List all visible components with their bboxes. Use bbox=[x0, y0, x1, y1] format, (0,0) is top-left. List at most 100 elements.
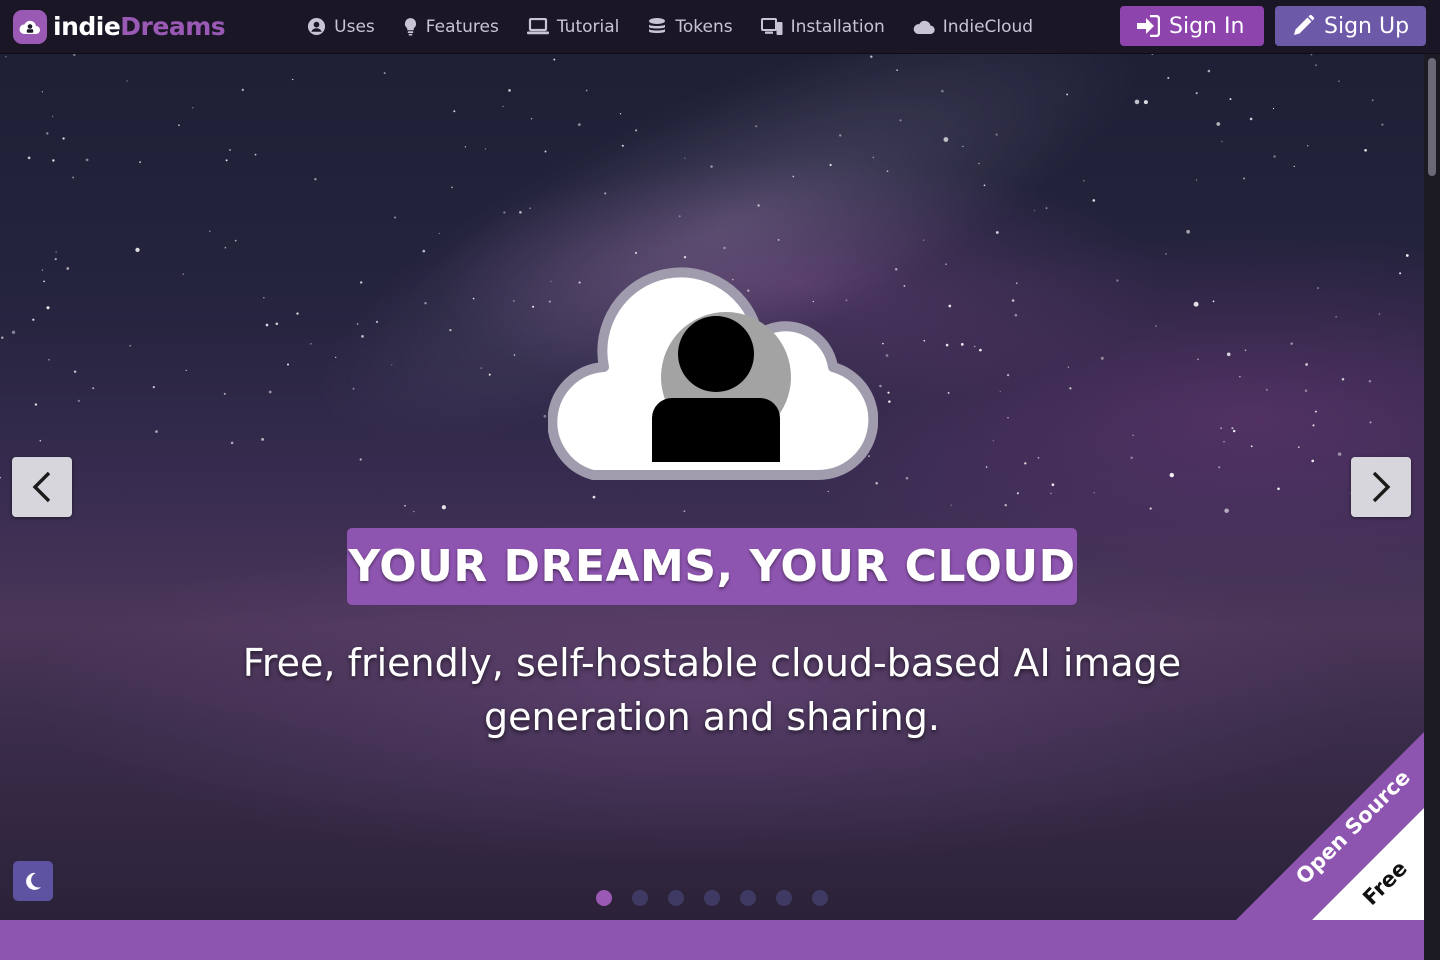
star bbox=[11, 330, 16, 334]
star bbox=[1092, 199, 1096, 202]
star bbox=[885, 354, 889, 357]
star bbox=[973, 345, 976, 348]
star bbox=[1093, 491, 1095, 494]
carousel-next-button[interactable] bbox=[1351, 457, 1411, 517]
carousel-dot-2[interactable] bbox=[632, 890, 648, 906]
nav-item-features[interactable]: Features bbox=[403, 17, 499, 37]
star bbox=[1007, 417, 1009, 419]
star bbox=[1149, 507, 1152, 510]
carousel-dot-3[interactable] bbox=[668, 890, 684, 906]
star bbox=[1317, 287, 1319, 289]
star bbox=[1143, 100, 1148, 105]
star bbox=[394, 216, 397, 219]
page-scrollbar[interactable] bbox=[1424, 54, 1440, 960]
star bbox=[1306, 145, 1309, 147]
star bbox=[1221, 140, 1223, 143]
laptop-icon bbox=[526, 18, 549, 35]
scrollbar-thumb[interactable] bbox=[1428, 58, 1436, 176]
star bbox=[519, 210, 522, 214]
star bbox=[129, 344, 132, 347]
star bbox=[1314, 410, 1317, 413]
star bbox=[922, 239, 925, 241]
star bbox=[375, 320, 379, 324]
starfield-background bbox=[0, 54, 1409, 513]
star bbox=[1066, 93, 1069, 96]
star bbox=[46, 132, 49, 135]
star bbox=[422, 249, 426, 253]
star bbox=[224, 246, 227, 249]
star bbox=[314, 177, 317, 181]
star bbox=[268, 390, 272, 394]
star bbox=[383, 72, 386, 75]
star bbox=[52, 159, 55, 162]
nav-item-installation[interactable]: Installation bbox=[760, 17, 885, 37]
nav-item-indiecloud[interactable]: IndieCloud bbox=[913, 17, 1033, 37]
star bbox=[1197, 358, 1199, 361]
moon-icon bbox=[26, 872, 41, 890]
star bbox=[882, 342, 884, 345]
brand-logo-link[interactable]: indieDreams bbox=[13, 9, 226, 44]
star bbox=[254, 153, 257, 156]
star bbox=[1, 336, 4, 339]
star bbox=[139, 161, 141, 163]
dark-mode-toggle[interactable] bbox=[13, 861, 53, 901]
star bbox=[1312, 424, 1315, 427]
star bbox=[999, 390, 1001, 393]
star bbox=[503, 211, 506, 214]
carousel-dot-6[interactable] bbox=[776, 890, 792, 906]
carousel-dot-1[interactable] bbox=[596, 890, 612, 906]
star bbox=[309, 342, 312, 345]
star bbox=[464, 146, 467, 148]
star bbox=[1229, 98, 1232, 101]
star bbox=[488, 373, 491, 376]
carousel-dot-4[interactable] bbox=[704, 890, 720, 906]
star bbox=[945, 263, 947, 266]
star bbox=[879, 384, 882, 388]
nav-item-tokens-label: Tokens bbox=[675, 16, 733, 37]
carousel-prev-button[interactable] bbox=[12, 457, 72, 517]
star bbox=[634, 251, 638, 254]
star bbox=[453, 110, 456, 113]
star bbox=[352, 387, 355, 390]
star bbox=[1186, 229, 1190, 234]
star bbox=[1378, 313, 1381, 315]
nav-item-uses[interactable]: Uses bbox=[307, 17, 375, 37]
star bbox=[152, 385, 155, 389]
star bbox=[1220, 427, 1223, 430]
star bbox=[886, 170, 889, 173]
star bbox=[1249, 117, 1253, 121]
star bbox=[1272, 107, 1275, 110]
star bbox=[1037, 456, 1040, 459]
nav-item-tutorial[interactable]: Tutorial bbox=[526, 17, 619, 37]
star bbox=[1216, 122, 1221, 126]
star bbox=[544, 150, 547, 153]
star bbox=[73, 370, 77, 373]
star bbox=[899, 119, 902, 122]
hero-carousel: YOUR DREAMS, YOUR CLOUD Free, friendly, … bbox=[0, 54, 1424, 920]
star bbox=[1130, 456, 1133, 459]
star bbox=[1338, 80, 1340, 82]
star bbox=[62, 137, 65, 140]
star bbox=[1116, 279, 1119, 282]
star bbox=[621, 144, 624, 147]
nav-item-tokens[interactable]: Tokens bbox=[647, 16, 733, 37]
star bbox=[1335, 315, 1337, 318]
star bbox=[1231, 427, 1234, 430]
carousel-dot-7[interactable] bbox=[812, 890, 828, 906]
nav-item-indiecloud-label: IndieCloud bbox=[942, 16, 1034, 37]
star bbox=[177, 124, 180, 127]
star bbox=[1132, 434, 1134, 437]
star bbox=[263, 297, 265, 299]
sign-in-button[interactable]: Sign In bbox=[1120, 6, 1264, 46]
brand-name-indie: indie bbox=[53, 12, 121, 41]
sign-up-button[interactable]: Sign Up bbox=[1275, 6, 1426, 46]
star bbox=[361, 335, 364, 338]
indiedreams-cloud-logo-icon bbox=[548, 267, 878, 481]
carousel-dot-5[interactable] bbox=[740, 890, 756, 906]
star bbox=[1244, 349, 1247, 352]
star bbox=[472, 297, 475, 300]
star bbox=[532, 305, 535, 308]
star bbox=[225, 159, 228, 162]
chevron-left-icon bbox=[32, 471, 51, 503]
star bbox=[1337, 452, 1342, 456]
